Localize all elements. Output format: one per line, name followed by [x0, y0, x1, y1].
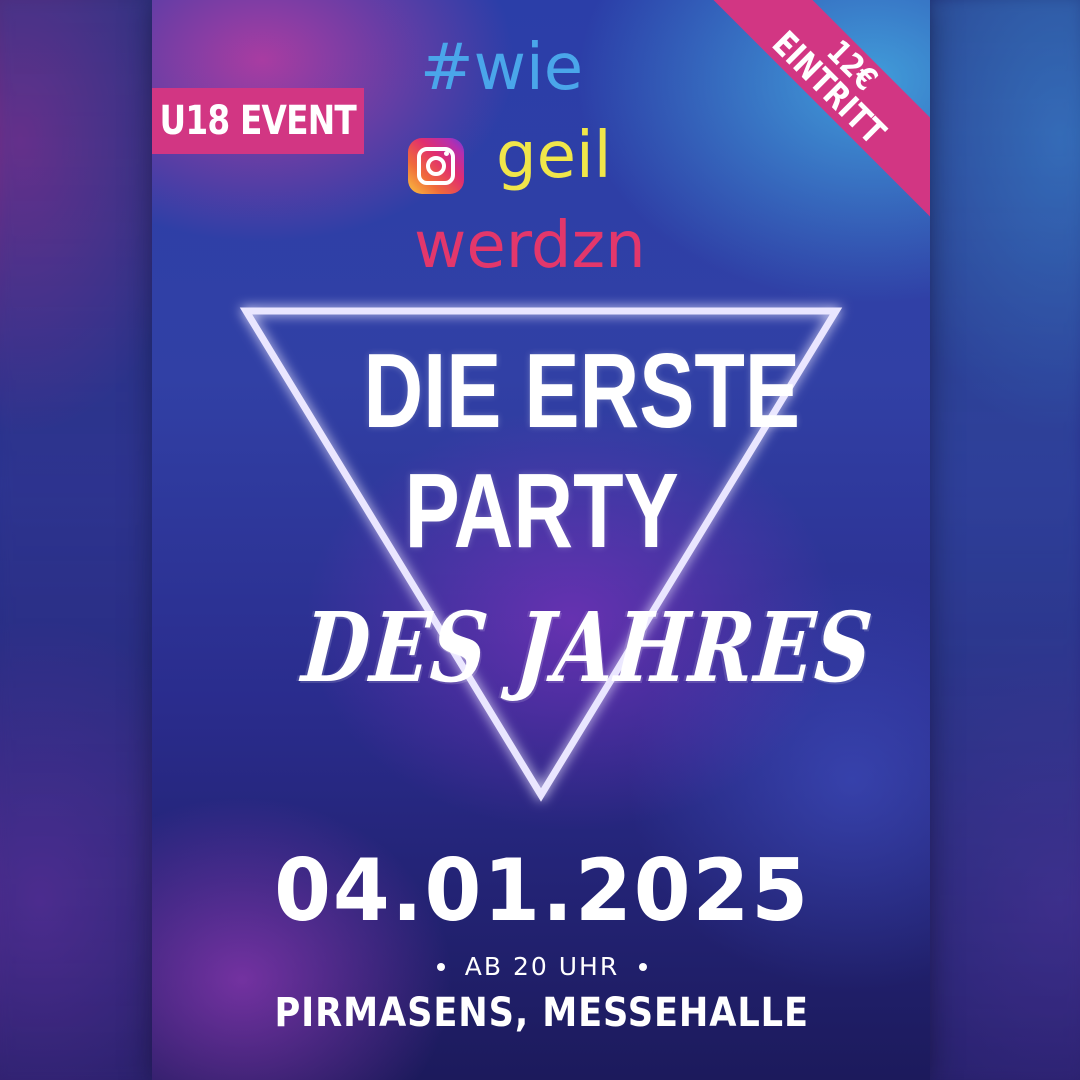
handle-line-2: geil: [496, 119, 612, 193]
instagram-icon-dot: [444, 151, 449, 156]
event-venue: PIRMASENS, MESSEHALLE: [212, 990, 872, 1036]
instagram-icon-lens: [426, 156, 446, 176]
headline-line-2-text: PARTY: [404, 452, 680, 570]
entry-price-ribbon: 12€ EINTRITT: [687, 0, 930, 230]
event-date-text: 04.01.2025: [274, 841, 810, 941]
headline-line-1-text: DIE ERSTE: [363, 332, 801, 450]
canvas: U18 EVENT 12€ EINTRITT #wie geil werdzn: [0, 0, 1080, 1080]
headline-line-3: DES JAHRES: [232, 591, 877, 704]
event-venue-text: PIRMASENS, MESSEHALLE: [274, 990, 810, 1036]
bullet-icon: [639, 962, 648, 971]
headline-line-2: PARTY: [302, 458, 782, 564]
blurred-background-right: [928, 0, 1080, 1080]
handle-line-3: werdzn: [414, 209, 646, 283]
instagram-icon: [408, 138, 464, 194]
headline-line-1: DIE ERSTE: [302, 338, 800, 444]
event-time: AB 20 UHR: [342, 952, 742, 981]
bullet-icon: [436, 962, 445, 971]
blurred-background-left: [0, 0, 152, 1080]
event-date: 04.01.2025: [212, 848, 872, 934]
event-time-text: AB 20 UHR: [464, 952, 620, 981]
u18-badge: U18 EVENT: [152, 88, 364, 154]
u18-badge-label: U18 EVENT: [159, 98, 357, 144]
headline-line-3-text: DES JAHRES: [298, 591, 878, 704]
instagram-handle: #wie geil werdzn: [400, 36, 720, 286]
handle-line-1: #wie: [420, 31, 584, 105]
entry-label: EINTRITT: [764, 23, 894, 153]
event-poster: U18 EVENT 12€ EINTRITT #wie geil werdzn: [152, 0, 930, 1080]
